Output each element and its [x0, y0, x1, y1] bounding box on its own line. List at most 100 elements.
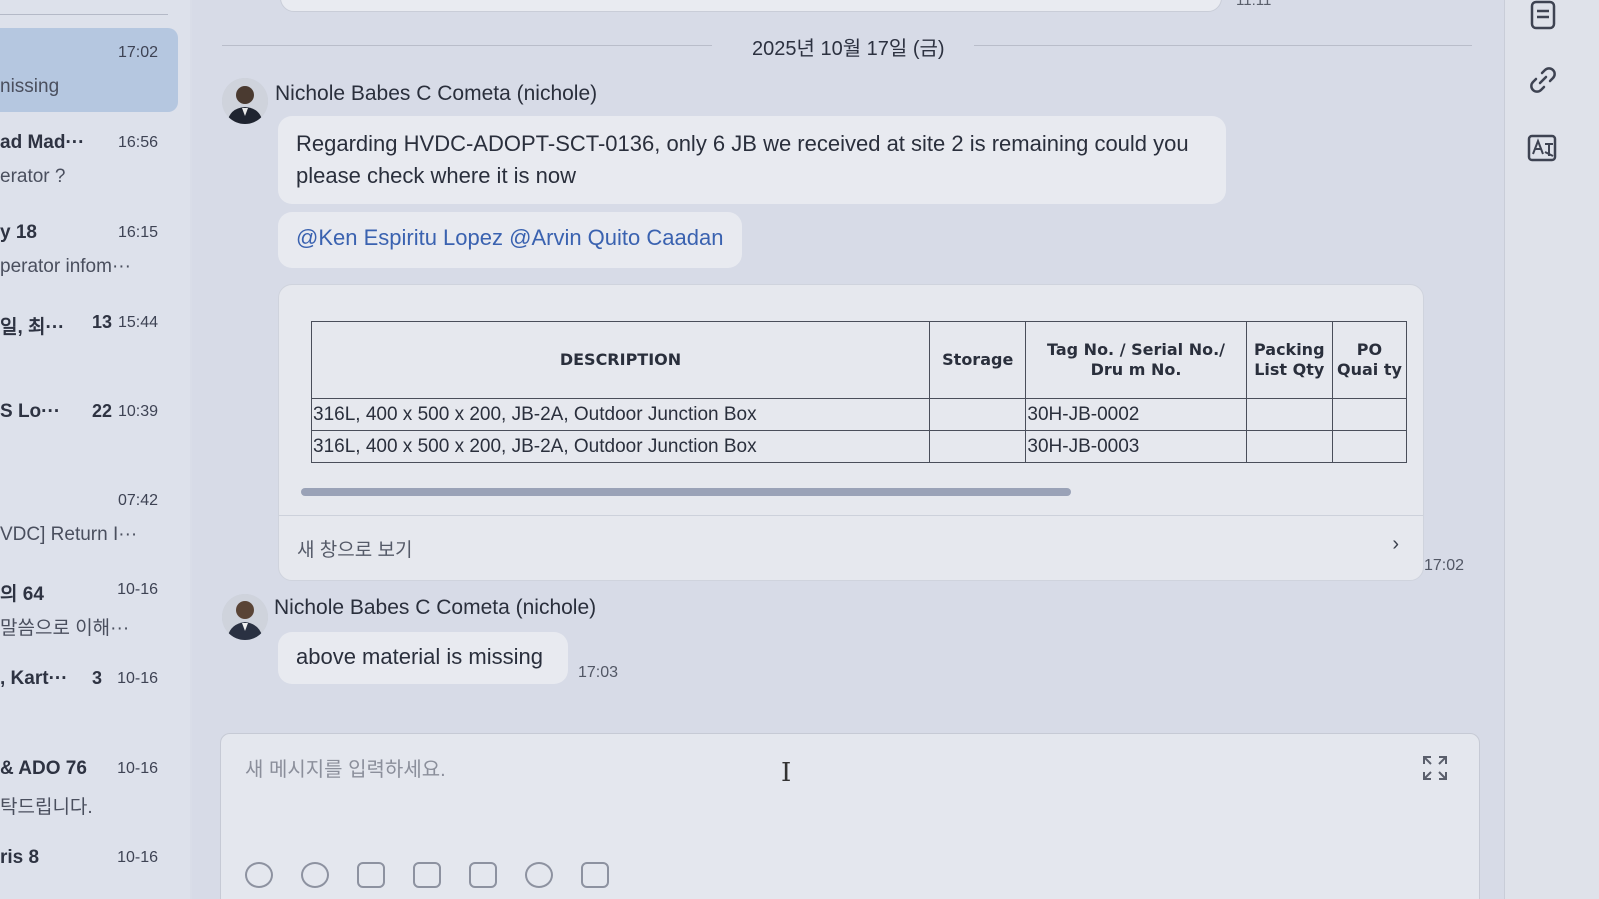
notes-button[interactable]: [1527, 0, 1559, 32]
conversation-name: , Kart···: [0, 668, 68, 689]
message-time: 17:02: [1424, 557, 1465, 574]
conversation-preview: 탁드립니다.: [0, 797, 93, 818]
conversation-name: ris 8: [0, 847, 40, 868]
conversation-time: 10-16: [117, 849, 158, 866]
table-cell: 316L, 400 x 500 x 200, JB-2A, Outdoor Ju…: [310, 430, 931, 463]
translate-icon: [1527, 134, 1557, 162]
unread-count: 22: [92, 401, 113, 421]
conversation-item[interactable]: 07:42 VDC] Return I···: [0, 476, 178, 560]
notes-icon: [1530, 0, 1556, 30]
conversation-time: 10-16: [117, 760, 158, 777]
table-cell: [1245, 430, 1333, 463]
conversation-name: & ADO 76: [0, 758, 87, 779]
conversation-preview: erator ?: [0, 166, 66, 187]
unread-count: 13: [92, 312, 113, 332]
conversation-name: ad Mad···: [0, 132, 85, 153]
conversation-time: 10-16: [117, 581, 158, 598]
sender-name[interactable]: Nichole Babes C Cometa (nichole): [274, 596, 596, 620]
avatar[interactable]: [222, 594, 268, 640]
conversation-time: 10:39: [117, 403, 158, 420]
message-time: 11:11: [1236, 0, 1272, 9]
calendar-icon[interactable]: [469, 862, 497, 888]
date-label: 2025년 10월 17일 (금): [752, 38, 945, 60]
conversation-preview: VDC] Return I···: [0, 524, 138, 545]
mention-link[interactable]: @Ken Espiritu Lopez @Arvin Quito Caadan: [296, 225, 723, 250]
conversation-item[interactable]: , Kart··· 3 10-16: [0, 654, 178, 738]
conversation-item[interactable]: 17:02 nissing: [0, 28, 178, 112]
column-header: Tag No. / Serial No./ Dru m No.: [1025, 321, 1247, 399]
conversation-preview: nissing: [0, 76, 60, 97]
conversation-preview: perator infom···: [0, 256, 131, 277]
table-cell: [1331, 398, 1408, 431]
message-bubble: above material is missing: [278, 632, 568, 684]
column-header: DESCRIPTION: [310, 321, 931, 399]
material-table: DESCRIPTION Storage Tag No. / Serial No.…: [310, 321, 1408, 463]
search-icon[interactable]: [525, 862, 553, 888]
sender-name[interactable]: Nichole Babes C Cometa (nichole): [275, 82, 597, 106]
divider: [0, 14, 168, 15]
translate-button[interactable]: [1527, 132, 1559, 164]
expand-icon[interactable]: [1421, 754, 1449, 782]
conversation-item[interactable]: y 18 16:15 perator infom···: [0, 208, 178, 292]
message-composer: I: [220, 733, 1480, 899]
conversation-time: 10-16: [117, 670, 158, 687]
conversation-time: 15:44: [117, 314, 158, 331]
conversation-name: 의 64: [0, 584, 44, 605]
unread-count: 3: [92, 668, 103, 688]
conversation-name: y 18: [0, 222, 37, 243]
emoji-icon[interactable]: [245, 862, 273, 888]
conversation-item[interactable]: S Lo··· 22 10:39: [0, 387, 178, 471]
conversation-name: S Lo···: [0, 401, 61, 422]
column-header: PO Quai ty: [1331, 321, 1408, 399]
table-row: 316L, 400 x 500 x 200, JB-2A, Outdoor Ju…: [310, 398, 1408, 431]
right-toolbar: [1504, 0, 1599, 899]
table-header-row: DESCRIPTION Storage Tag No. / Serial No.…: [310, 321, 1408, 399]
previous-message-bubble: [280, 0, 1222, 12]
conversation-time: 17:02: [117, 44, 158, 61]
person-avatar-icon: [222, 78, 268, 124]
conversation-time: 07:42: [117, 492, 158, 509]
chevron-right-icon[interactable]: ›: [1392, 533, 1399, 556]
table-cell: 30H-JB-0003: [1025, 430, 1247, 463]
column-header: Packing List Qty: [1245, 321, 1333, 399]
divider: [279, 515, 1423, 516]
person-avatar-icon: [222, 594, 268, 640]
conversation-preview: 말씀으로 이해···: [0, 618, 130, 639]
message-text: Regarding HVDC-ADOPT-SCT-0136, only 6 JB…: [296, 131, 1189, 188]
mention-icon[interactable]: [301, 862, 329, 888]
link-button[interactable]: [1527, 64, 1559, 96]
text-cursor-icon: I: [781, 758, 792, 788]
conversation-item[interactable]: 일, 최··· 13 15:44: [0, 298, 178, 382]
conversation-list: 17:02 nissing ad Mad··· 16:56 erator ? y…: [0, 0, 190, 899]
check-icon[interactable]: [413, 862, 441, 888]
conversation-item[interactable]: ad Mad··· 16:56 erator ?: [0, 118, 178, 202]
horizontal-scrollbar[interactable]: [301, 488, 1071, 496]
text-format-icon[interactable]: [581, 862, 609, 888]
table-row: 316L, 400 x 500 x 200, JB-2A, Outdoor Ju…: [310, 430, 1408, 463]
divider: [222, 45, 712, 46]
image-icon[interactable]: [357, 862, 385, 888]
message-input[interactable]: [243, 754, 1347, 786]
message-bubble: @Ken Espiritu Lopez @Arvin Quito Caadan: [278, 212, 742, 268]
conversation-item[interactable]: & ADO 76 10-16 탁드립니다.: [0, 744, 178, 828]
open-in-new-window-link[interactable]: 새 창으로 보기: [297, 535, 412, 562]
table-cell: [929, 430, 1027, 463]
column-header: Storage: [929, 321, 1027, 399]
table-cell: 30H-JB-0002: [1025, 398, 1247, 431]
table-cell: [1331, 430, 1408, 463]
messenger-app: 17:02 nissing ad Mad··· 16:56 erator ? y…: [0, 0, 1599, 899]
link-icon: [1530, 67, 1556, 93]
conversation-item[interactable]: 의 64 10-16 말씀으로 이해···: [0, 565, 178, 649]
date-separator: 2025년 10월 17일 (금): [222, 30, 1472, 60]
avatar[interactable]: [222, 78, 268, 124]
conversation-time: 16:56: [117, 134, 158, 151]
chat-panel: 11:11 2025년 10월 17일 (금) Nichole Babes C …: [192, 0, 1504, 899]
table-cell: 316L, 400 x 500 x 200, JB-2A, Outdoor Ju…: [310, 398, 931, 431]
table-attachment: DESCRIPTION Storage Tag No. / Serial No.…: [278, 284, 1424, 581]
divider: [974, 45, 1472, 46]
table-cell: [929, 398, 1027, 431]
conversation-item[interactable]: ris 8 10-16: [0, 833, 178, 899]
table-cell: [1245, 398, 1333, 431]
message-time: 17:03: [578, 664, 619, 681]
message-bubble: Regarding HVDC-ADOPT-SCT-0136, only 6 JB…: [278, 116, 1226, 204]
